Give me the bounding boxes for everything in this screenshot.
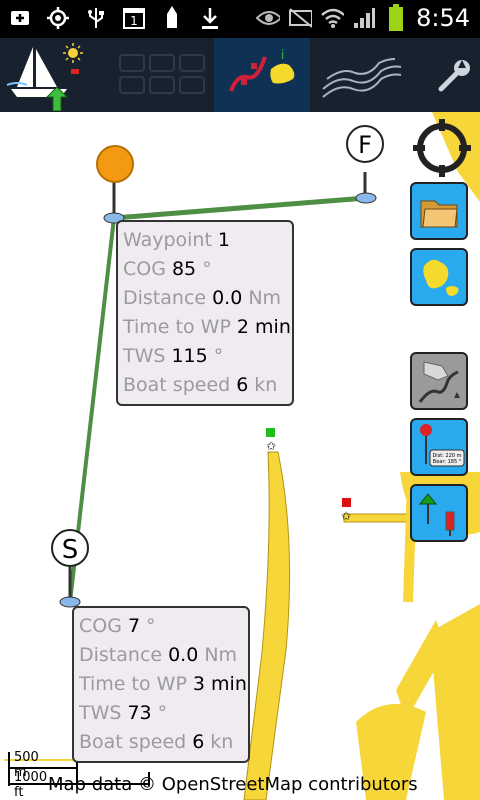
island-map-button[interactable] (410, 248, 468, 306)
waypoint-info-box[interactable]: Waypoint 1 COG 85 ° Distance 0.0 Nm Time to W… (116, 220, 294, 406)
star-marker: ✩ (266, 439, 276, 453)
locate-button[interactable] (410, 116, 474, 180)
distance-unit: Nm (248, 287, 282, 309)
island-map-icon (423, 259, 459, 296)
wifi-icon (320, 6, 345, 30)
star-marker: ✩ (341, 509, 351, 523)
locate-icon (413, 119, 471, 177)
tws-label: TWS (79, 702, 122, 724)
speed-unit: kn (210, 731, 234, 753)
green-flag (266, 428, 275, 437)
wrench-icon (438, 60, 470, 92)
waypoint-label: Waypoint (123, 229, 212, 251)
time-label: Time to WP (123, 316, 231, 338)
settings-button[interactable] (430, 38, 480, 112)
speed-label: Boat speed (79, 731, 187, 753)
top-toolbar: i (0, 38, 480, 112)
speed-value: 6 (236, 374, 249, 396)
cog-label: COG (123, 258, 166, 280)
time-value: 2 min (236, 316, 291, 338)
finish-anchor[interactable] (355, 192, 377, 204)
route-leg (113, 195, 367, 221)
signal-icon (352, 6, 376, 30)
eye-icon (256, 6, 281, 30)
route-info-glyph: i (281, 48, 284, 62)
waypoint-marker[interactable] (96, 145, 134, 183)
scale-bottom-label: 1000 ft (14, 770, 48, 800)
grid-button[interactable] (112, 38, 212, 112)
pin-info-icon: Dist: 220 m Bear: 185 ° (420, 424, 465, 467)
route-map-icon: i (229, 48, 295, 92)
time-label: Time to WP (79, 673, 187, 695)
dock-pier (343, 513, 415, 523)
pin-card-line2: Bear: 185 ° (433, 459, 462, 465)
tws-value: 73 (127, 702, 152, 724)
calendar-day: 1 (130, 14, 138, 28)
distance-value: 0.0 (212, 287, 243, 309)
waypoint-value: 1 (217, 229, 231, 251)
map-view[interactable]: F S ✩ ✩ Waypoint 1 COG 85 ° Distance 0.0 Nm T… (0, 112, 480, 800)
add-icon (8, 6, 32, 30)
buoy-marks-icon (418, 493, 455, 536)
mute-icon (288, 6, 313, 30)
route-map-button[interactable]: i (214, 38, 310, 112)
cog-value: 85 (171, 258, 197, 280)
sailboat-app-button[interactable] (0, 38, 96, 112)
tws-unit: ° (213, 345, 224, 367)
gps-icon (46, 6, 70, 30)
speed-unit: kn (254, 374, 278, 396)
cog-label: COG (79, 615, 122, 637)
battery-icon (384, 4, 408, 31)
folder-icon (420, 200, 458, 228)
buoy-marks-button[interactable] (410, 484, 468, 542)
distance-unit: Nm (204, 644, 238, 666)
distance-value: 0.0 (168, 644, 199, 666)
sailboat-app-icon (6, 43, 83, 111)
distance-label: Distance (79, 644, 163, 666)
download-icon (198, 6, 222, 30)
calendar-icon: 1 (122, 6, 146, 30)
time-value: 3 min (192, 673, 247, 695)
start-label: S (62, 535, 79, 565)
river-channel (243, 451, 291, 800)
usb-icon (84, 6, 108, 30)
pin-info-button[interactable]: Dist: 220 m Bear: 185 ° (410, 418, 468, 476)
status-bar: 1 8:54 (0, 0, 480, 38)
map-attribution[interactable]: Map data © OpenStreetMap contributors (48, 774, 418, 795)
speed-value: 6 (192, 731, 205, 753)
red-flag (342, 498, 351, 507)
ship-icon (160, 6, 184, 30)
contour-lines-icon (322, 58, 402, 98)
open-route-button[interactable] (410, 182, 468, 240)
clock: 8:54 (416, 4, 470, 32)
terrain-map-icon (418, 361, 460, 403)
distance-label: Distance (123, 287, 207, 309)
speed-label: Boat speed (123, 374, 231, 396)
tws-label: TWS (123, 345, 166, 367)
tws-unit: ° (157, 702, 168, 724)
grid-icon (119, 54, 205, 94)
cog-value: 7 (127, 615, 141, 637)
contour-lines-button[interactable] (314, 38, 410, 112)
cog-unit: ° (202, 258, 212, 280)
terrain-map-button[interactable] (410, 352, 468, 410)
finish-label: F (358, 131, 372, 159)
tws-value: 115 (171, 345, 208, 367)
cog-unit: ° (146, 615, 156, 637)
start-info-box[interactable]: COG 7 ° Distance 0.0 Nm Time to WP 3 min TWS 7… (72, 606, 250, 763)
